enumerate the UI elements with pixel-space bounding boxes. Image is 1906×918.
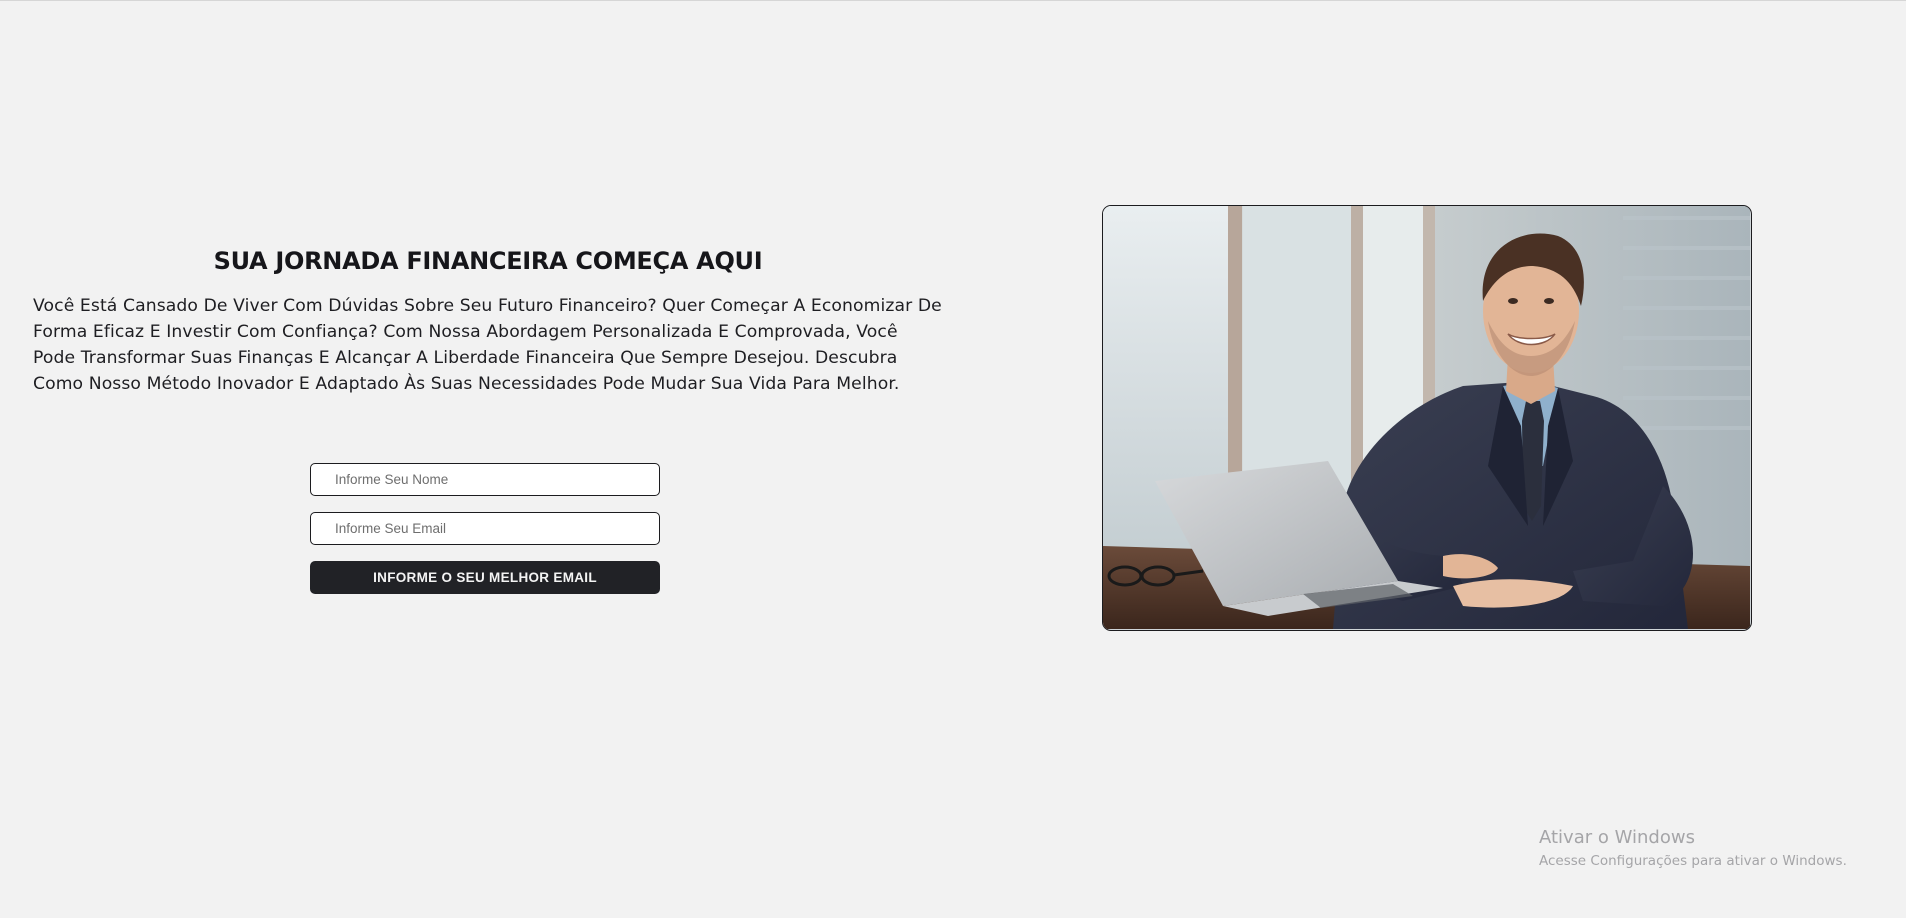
hero-description: Você Está Cansado De Viver Com Dúvidas S…: [33, 296, 942, 394]
watermark-subtitle: Acesse Configurações para ativar o Windo…: [1539, 853, 1847, 869]
watermark-title: Ativar o Windows: [1539, 827, 1695, 848]
hero-image: [1102, 205, 1752, 631]
name-input[interactable]: [310, 463, 660, 496]
submit-button[interactable]: INFORME O SEU MELHOR EMAIL: [310, 561, 660, 594]
businessman-photo: [1103, 206, 1750, 629]
email-input[interactable]: [310, 512, 660, 545]
hero-section: SUA JORNADA FINANCEIRA COMEÇA AQUI Você …: [33, 247, 943, 397]
windows-activation-watermark: Ativar o Windows Acesse Configurações pa…: [1539, 827, 1847, 871]
hero-title: SUA JORNADA FINANCEIRA COMEÇA AQUI: [213, 247, 763, 275]
landing-page: SUA JORNADA FINANCEIRA COMEÇA AQUI Você …: [0, 0, 1906, 918]
signup-form: INFORME O SEU MELHOR EMAIL: [310, 463, 660, 594]
